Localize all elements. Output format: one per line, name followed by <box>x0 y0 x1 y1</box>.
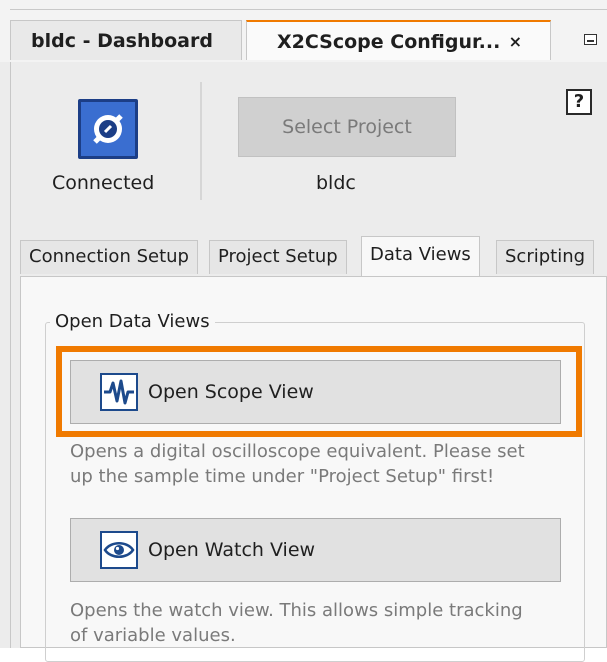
vertical-separator <box>200 82 202 200</box>
connection-status-label: Connected <box>52 172 155 194</box>
connection-status-button[interactable] <box>78 99 138 159</box>
tab-x2cscope-configuration[interactable]: X2CScope Configur... × <box>246 20 551 60</box>
tab-label: Scripting <box>505 246 586 267</box>
configuration-tab-strip: Connection Setup Project Setup Data View… <box>20 236 607 276</box>
help-icon[interactable]: ? <box>566 89 592 115</box>
select-project-button[interactable]: Select Project <box>238 97 456 157</box>
tab-bar-border <box>10 9 607 10</box>
group-title: Open Data Views <box>50 311 215 332</box>
scope-view-description: Opens a digital oscilloscope equivalent.… <box>70 439 570 489</box>
highlight-box <box>56 346 582 437</box>
eye-icon <box>100 531 138 569</box>
x2cscope-panel: bldc - Dashboard X2CScope Configur... × … <box>0 0 607 662</box>
tab-label: Project Setup <box>218 246 338 267</box>
watch-view-description: Opens the watch view. This allows simple… <box>70 598 570 648</box>
document-tab-bar: bldc - Dashboard X2CScope Configur... × <box>0 0 607 62</box>
plug-icon <box>93 114 123 144</box>
open-watch-view-button[interactable]: Open Watch View <box>70 518 561 582</box>
description-line: Opens a digital oscilloscope equivalent.… <box>70 441 525 462</box>
description-line: up the sample time under "Project Setup"… <box>70 466 495 487</box>
description-line: of variable values. <box>70 625 236 646</box>
tab-data-views[interactable]: Data Views <box>361 236 480 276</box>
project-name: bldc <box>316 172 356 194</box>
description-line: Opens the watch view. This allows simple… <box>70 600 523 621</box>
tab-project-setup[interactable]: Project Setup <box>209 240 347 274</box>
tab-label: Data Views <box>370 244 471 265</box>
tab-connection-setup[interactable]: Connection Setup <box>20 240 198 274</box>
button-label: Open Watch View <box>148 539 316 561</box>
close-icon[interactable]: × <box>509 22 522 62</box>
minimize-icon[interactable] <box>584 34 597 45</box>
tab-label: X2CScope Configur... <box>277 31 501 53</box>
tab-label: Connection Setup <box>29 246 189 267</box>
tab-bldc-dashboard[interactable]: bldc - Dashboard <box>10 20 242 60</box>
tab-scripting[interactable]: Scripting <box>496 240 595 274</box>
tab-label: bldc - Dashboard <box>31 30 213 52</box>
